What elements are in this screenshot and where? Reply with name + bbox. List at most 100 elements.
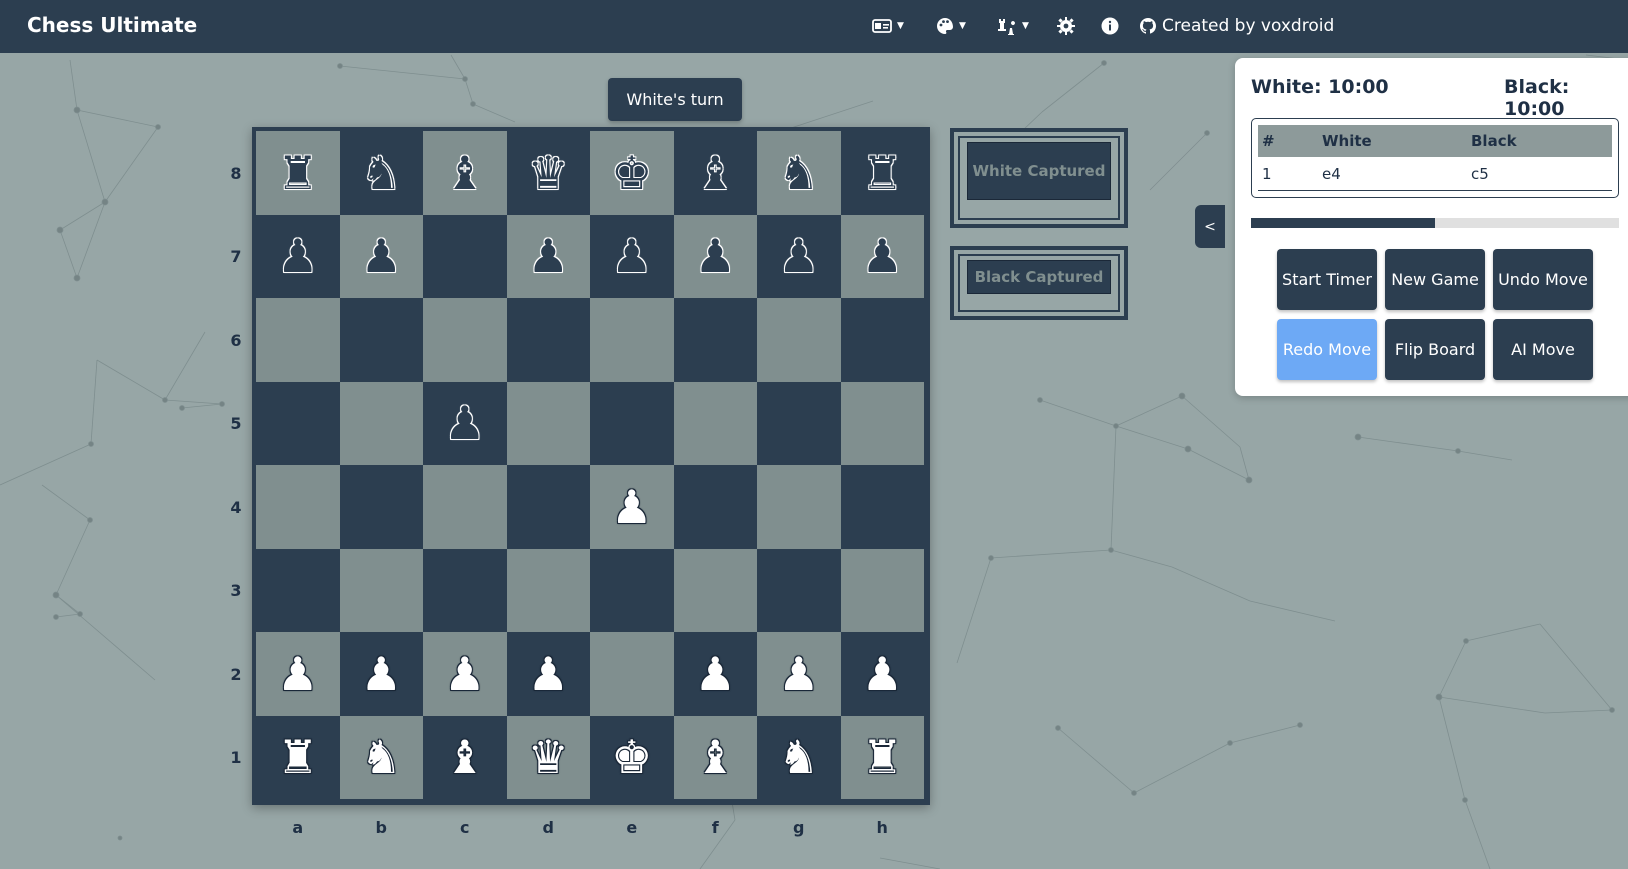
collapse-panel-toggle[interactable]: < — [1195, 205, 1225, 248]
board-square-c6[interactable] — [423, 298, 507, 382]
board-square-c4[interactable] — [423, 465, 507, 549]
white-pawn-icon[interactable]: ♟ — [444, 651, 485, 697]
board-square-a2[interactable]: ♟ — [256, 632, 340, 716]
board-square-h5[interactable] — [840, 381, 924, 465]
board-square-a3[interactable] — [256, 548, 340, 632]
board-square-h6[interactable] — [840, 298, 924, 382]
board-square-g5[interactable] — [757, 381, 841, 465]
board-square-g6[interactable] — [757, 298, 841, 382]
white-rook-icon[interactable]: ♜ — [862, 734, 903, 780]
board-square-d4[interactable] — [506, 465, 590, 549]
board-square-a1[interactable]: ♜ — [256, 715, 340, 799]
black-pawn-icon[interactable]: ♟ — [611, 233, 652, 279]
board-square-f2[interactable]: ♟ — [673, 632, 757, 716]
board-square-d5[interactable] — [506, 381, 590, 465]
black-pawn-icon[interactable]: ♟ — [444, 400, 485, 446]
theme-menu[interactable]: ▼ — [936, 14, 966, 38]
board-square-c3[interactable] — [423, 548, 507, 632]
board-square-d2[interactable]: ♟ — [506, 632, 590, 716]
app-title[interactable]: Chess Ultimate — [27, 13, 197, 37]
white-pawn-icon[interactable]: ♟ — [361, 651, 402, 697]
white-king-icon[interactable]: ♚ — [611, 734, 652, 780]
settings-button[interactable] — [1057, 14, 1075, 38]
board-square-h2[interactable]: ♟ — [840, 632, 924, 716]
board-square-e7[interactable]: ♟ — [590, 214, 674, 298]
black-pawn-icon[interactable]: ♟ — [778, 233, 819, 279]
board-square-g1[interactable]: ♞ — [757, 715, 841, 799]
black-knight-icon[interactable]: ♞ — [778, 150, 819, 196]
board-square-h3[interactable] — [840, 548, 924, 632]
language-menu[interactable]: ▼ — [872, 14, 904, 38]
board-square-f3[interactable] — [673, 548, 757, 632]
board-square-c5[interactable]: ♟ — [423, 381, 507, 465]
board-square-e3[interactable] — [590, 548, 674, 632]
board-square-e8[interactable]: ♚ — [590, 131, 674, 215]
black-pawn-icon[interactable]: ♟ — [361, 233, 402, 279]
white-pawn-icon[interactable]: ♟ — [528, 651, 569, 697]
white-move[interactable]: e4 — [1322, 165, 1341, 183]
board-square-c8[interactable]: ♝ — [423, 131, 507, 215]
board-square-b5[interactable] — [339, 381, 423, 465]
black-bishop-icon[interactable]: ♝ — [695, 150, 736, 196]
board-square-g4[interactable] — [757, 465, 841, 549]
board-square-d8[interactable]: ♛ — [506, 131, 590, 215]
ai-move-button[interactable]: AI Move — [1493, 319, 1593, 380]
white-pawn-icon[interactable]: ♟ — [695, 651, 736, 697]
board-square-b3[interactable] — [339, 548, 423, 632]
board-square-b1[interactable]: ♞ — [339, 715, 423, 799]
board-square-f7[interactable]: ♟ — [673, 214, 757, 298]
board-square-f5[interactable] — [673, 381, 757, 465]
board-square-e2[interactable] — [590, 632, 674, 716]
board-square-g7[interactable]: ♟ — [757, 214, 841, 298]
board-square-b2[interactable]: ♟ — [339, 632, 423, 716]
board-square-e6[interactable] — [590, 298, 674, 382]
redo-move-button[interactable]: Redo Move — [1277, 319, 1377, 380]
board-square-a5[interactable] — [256, 381, 340, 465]
piece-set-menu[interactable]: ▼ — [997, 14, 1029, 38]
board-square-e4[interactable]: ♟ — [590, 465, 674, 549]
flip-board-button[interactable]: Flip Board — [1385, 319, 1485, 380]
black-rook-icon[interactable]: ♜ — [277, 150, 318, 196]
board-square-e1[interactable]: ♚ — [590, 715, 674, 799]
board-square-g2[interactable]: ♟ — [757, 632, 841, 716]
black-bishop-icon[interactable]: ♝ — [444, 150, 485, 196]
board-square-a7[interactable]: ♟ — [256, 214, 340, 298]
black-king-icon[interactable]: ♚ — [611, 150, 652, 196]
board-square-g3[interactable] — [757, 548, 841, 632]
white-pawn-icon[interactable]: ♟ — [862, 651, 903, 697]
board-square-b7[interactable]: ♟ — [339, 214, 423, 298]
black-rook-icon[interactable]: ♜ — [862, 150, 903, 196]
white-bishop-icon[interactable]: ♝ — [695, 734, 736, 780]
board-square-h4[interactable] — [840, 465, 924, 549]
white-pawn-icon[interactable]: ♟ — [277, 651, 318, 697]
board-square-c1[interactable]: ♝ — [423, 715, 507, 799]
board-square-d3[interactable] — [506, 548, 590, 632]
black-queen-icon[interactable]: ♛ — [528, 150, 569, 196]
board-square-a6[interactable] — [256, 298, 340, 382]
board-square-a8[interactable]: ♜ — [256, 131, 340, 215]
black-move[interactable]: c5 — [1471, 165, 1489, 183]
info-button[interactable] — [1101, 14, 1119, 38]
board-square-f6[interactable] — [673, 298, 757, 382]
black-pawn-icon[interactable]: ♟ — [528, 233, 569, 279]
board-square-f4[interactable] — [673, 465, 757, 549]
board-square-h7[interactable]: ♟ — [840, 214, 924, 298]
github-link[interactable]: Created by voxdroid — [1140, 14, 1334, 38]
board-square-d6[interactable] — [506, 298, 590, 382]
white-knight-icon[interactable]: ♞ — [778, 734, 819, 780]
board-square-b4[interactable] — [339, 465, 423, 549]
board-square-g8[interactable]: ♞ — [757, 131, 841, 215]
board-square-f8[interactable]: ♝ — [673, 131, 757, 215]
board-square-e5[interactable] — [590, 381, 674, 465]
black-pawn-icon[interactable]: ♟ — [695, 233, 736, 279]
undo-move-button[interactable]: Undo Move — [1493, 249, 1593, 310]
white-rook-icon[interactable]: ♜ — [277, 734, 318, 780]
board-square-c7[interactable] — [423, 214, 507, 298]
black-knight-icon[interactable]: ♞ — [361, 150, 402, 196]
black-pawn-icon[interactable]: ♟ — [277, 233, 318, 279]
board-square-a4[interactable] — [256, 465, 340, 549]
white-bishop-icon[interactable]: ♝ — [444, 734, 485, 780]
board-square-h8[interactable]: ♜ — [840, 131, 924, 215]
start-timer-button[interactable]: Start Timer — [1277, 249, 1377, 310]
board-square-b8[interactable]: ♞ — [339, 131, 423, 215]
